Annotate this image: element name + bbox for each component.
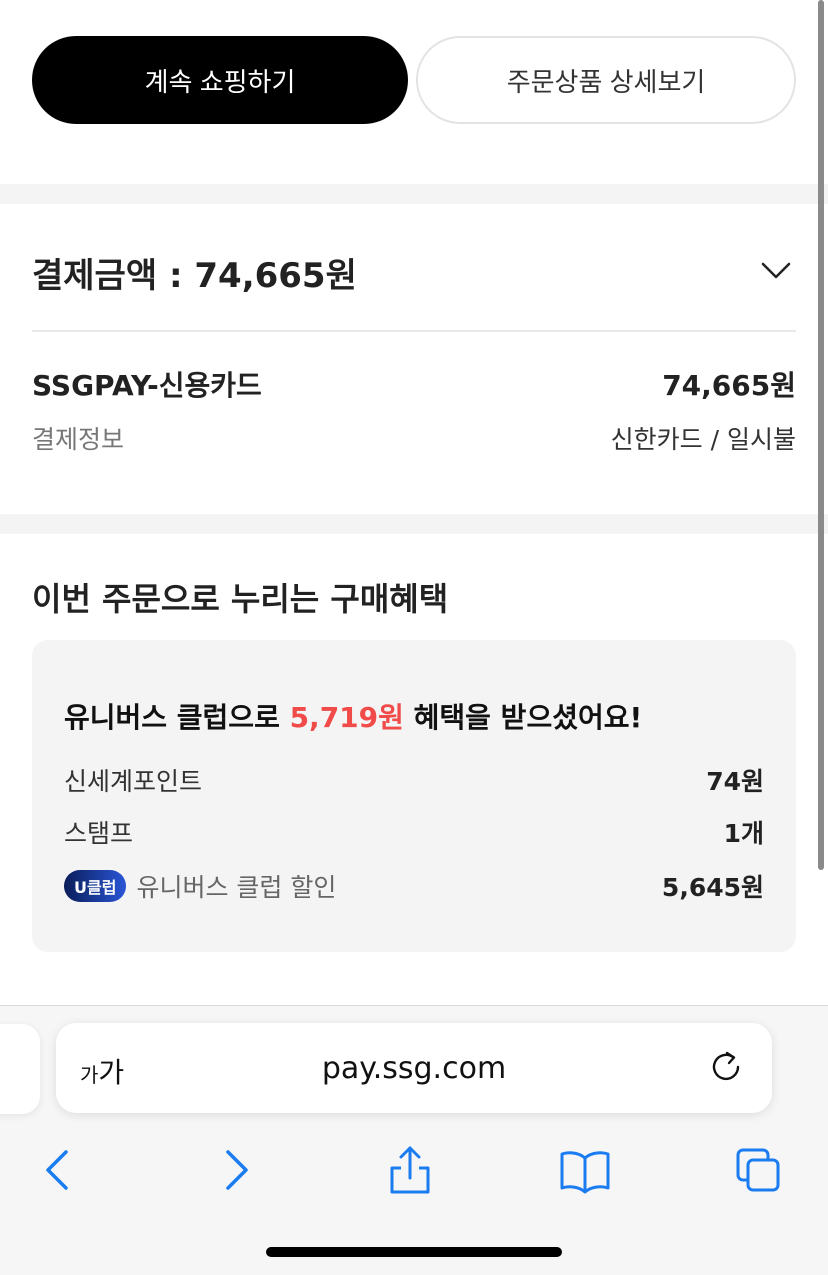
- forward-icon[interactable]: [212, 1144, 260, 1196]
- home-indicator: [266, 1247, 562, 1257]
- top-button-group: 계속 쇼핑하기 주문상품 상세보기: [32, 36, 796, 124]
- page: 계속 쇼핑하기 주문상품 상세보기 결제금액 : 74,665원 SSGPAY-…: [0, 0, 828, 1275]
- benefits-headline: 유니버스 클럽으로 5,719원 혜택을 받으셨어요!: [64, 696, 642, 736]
- payment-info-value: 신한카드 / 일시불: [610, 425, 796, 454]
- scrollbar[interactable]: [818, 0, 824, 870]
- browser-toolbar: 가가 pay.ssg.com: [0, 1005, 828, 1275]
- back-icon[interactable]: [34, 1144, 82, 1196]
- benefit-row-uclub: U클럽 유니버스 클럽 할인 5,645원: [64, 868, 764, 904]
- benefit-label: 신세계포인트: [64, 767, 203, 796]
- uclub-badge: U클럽: [64, 870, 127, 902]
- bookmarks-icon[interactable]: [558, 1144, 612, 1196]
- address-bar[interactable]: 가가 pay.ssg.com: [56, 1023, 772, 1113]
- payment-info-label: 결제정보: [32, 425, 125, 454]
- benefits-title: 이번 주문으로 누리는 구매혜택: [32, 580, 449, 618]
- benefit-value: 1개: [723, 819, 764, 848]
- chevron-down-icon[interactable]: [760, 258, 792, 282]
- tabs-icon[interactable]: [734, 1144, 782, 1196]
- divider: [32, 330, 796, 332]
- share-icon[interactable]: [386, 1144, 434, 1196]
- benefit-label-group: U클럽 유니버스 클럽 할인: [64, 868, 336, 904]
- benefit-label: 유니버스 클럽 할인: [136, 873, 337, 902]
- benefits-card: 유니버스 클럽으로 5,719원 혜택을 받으셨어요! 신세계포인트 74원 스…: [32, 640, 796, 952]
- order-details-button[interactable]: 주문상품 상세보기: [416, 36, 796, 124]
- payment-total-title: 결제금액 : 74,665원: [32, 256, 357, 296]
- section-divider: [0, 184, 828, 204]
- benefit-row-stamp: 스탬프 1개: [64, 814, 764, 850]
- section-divider: [0, 514, 828, 534]
- benefit-value: 74원: [706, 767, 764, 796]
- payment-amount: 74,665원: [662, 369, 796, 402]
- headline-suffix: 혜택을 받으셨어요!: [403, 701, 643, 734]
- benefit-row-points: 신세계포인트 74원: [64, 762, 764, 798]
- payment-method: SSGPAY-신용카드: [32, 369, 262, 402]
- benefit-label: 스탬프: [64, 819, 134, 848]
- reload-icon[interactable]: [708, 1049, 744, 1085]
- headline-amount: 5,719원: [289, 701, 404, 734]
- headline-prefix: 유니버스 클럽으로: [64, 701, 290, 734]
- benefit-value: 5,645원: [661, 873, 764, 902]
- continue-shopping-button[interactable]: 계속 쇼핑하기: [32, 36, 408, 124]
- previous-tab-preview[interactable]: [0, 1024, 40, 1114]
- url-text[interactable]: pay.ssg.com: [56, 1051, 772, 1086]
